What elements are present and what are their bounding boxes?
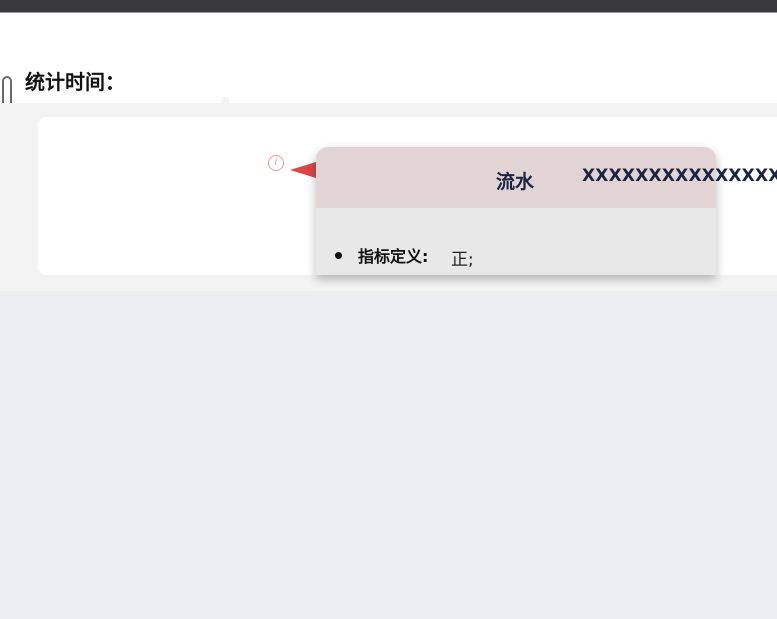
definition-label: 指标定义: [358,247,429,266]
definition-value: 正; [451,250,474,270]
tooltip-arrow [290,162,316,178]
stat-time-label: 统计时间： [25,70,125,94]
app-viewport: 统计时间： i 流水 XXXXXXXXXXXXXXXXXX 指标定义: 正; [0,0,777,619]
window-topbar [0,0,777,12]
info-icon[interactable]: i [268,155,284,171]
tooltip-header-value: XXXXXXXXXXXXXXXXXX [582,166,777,186]
list-bullet [335,252,342,259]
section-notch [221,97,229,103]
tooltip-title: 流水 [496,171,535,193]
